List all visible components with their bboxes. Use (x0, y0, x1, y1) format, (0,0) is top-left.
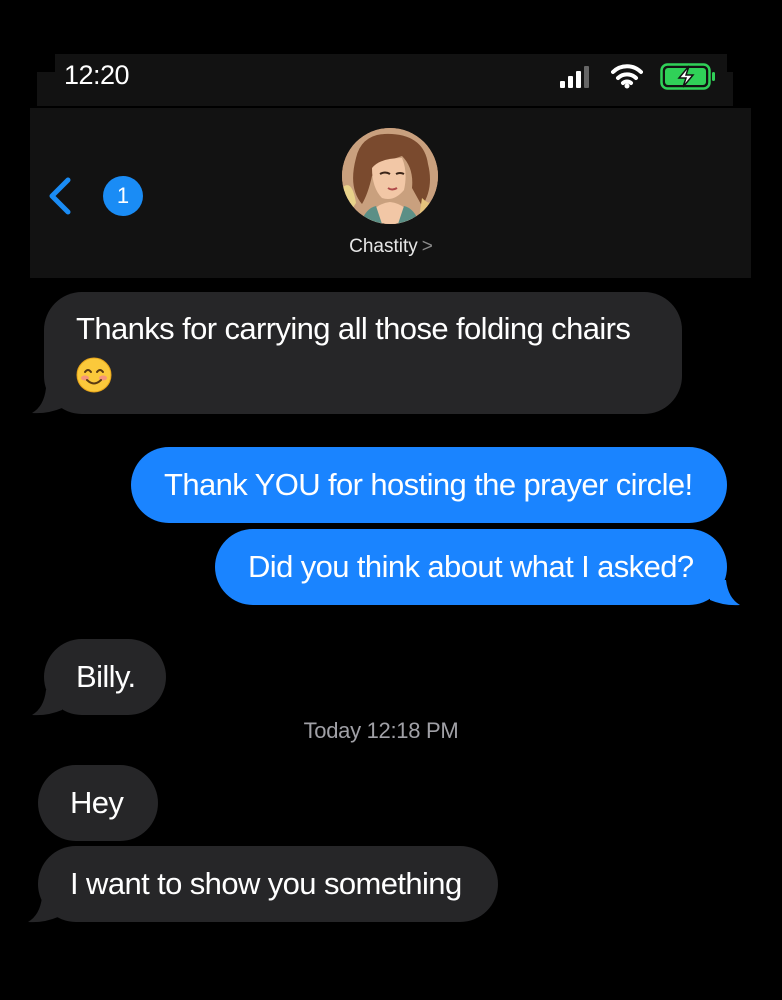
bubble-tail (32, 690, 62, 716)
message-text: Hey (70, 785, 124, 820)
message-bubble-incoming[interactable]: Thanks for carrying all those folding ch… (44, 292, 682, 414)
chevron-left-icon[interactable] (46, 176, 74, 216)
message-bubble-outgoing[interactable]: Did you think about what I asked? (215, 529, 727, 605)
battery-charging-icon (660, 63, 715, 90)
message-bubble-incoming[interactable]: Hey (38, 765, 158, 841)
bubble-tail (32, 388, 62, 414)
message-bubble-incoming[interactable]: Billy. (44, 639, 166, 715)
contact-name-label: Chastity (349, 236, 418, 257)
contact-name[interactable]: Chastity > (0, 236, 782, 258)
status-time: 12:20 (64, 60, 130, 90)
contact-avatar[interactable] (342, 128, 438, 224)
message-text: Thanks for carrying all those folding ch… (76, 311, 631, 346)
chevron-right-icon: > (421, 236, 433, 257)
bubble-tail (710, 580, 740, 606)
unread-count-badge[interactable]: 1 (103, 176, 143, 216)
signal-icon (560, 66, 589, 88)
message-timestamp: Today 12:18 PM (303, 718, 459, 743)
message-bubble-outgoing[interactable]: Thank YOU for hosting the prayer circle! (131, 447, 727, 523)
wifi-icon (611, 64, 643, 89)
message-text: Billy. (76, 659, 136, 694)
message-bubble-incoming[interactable]: I want to show you something (38, 846, 498, 922)
bubble-tail (28, 897, 58, 923)
smiling-face-icon (76, 357, 112, 393)
message-text: I want to show you something (70, 866, 462, 901)
message-text: Thank YOU for hosting the prayer circle! (164, 467, 693, 502)
message-text: Did you think about what I asked? (248, 549, 694, 584)
avatar-illustration (342, 128, 438, 224)
